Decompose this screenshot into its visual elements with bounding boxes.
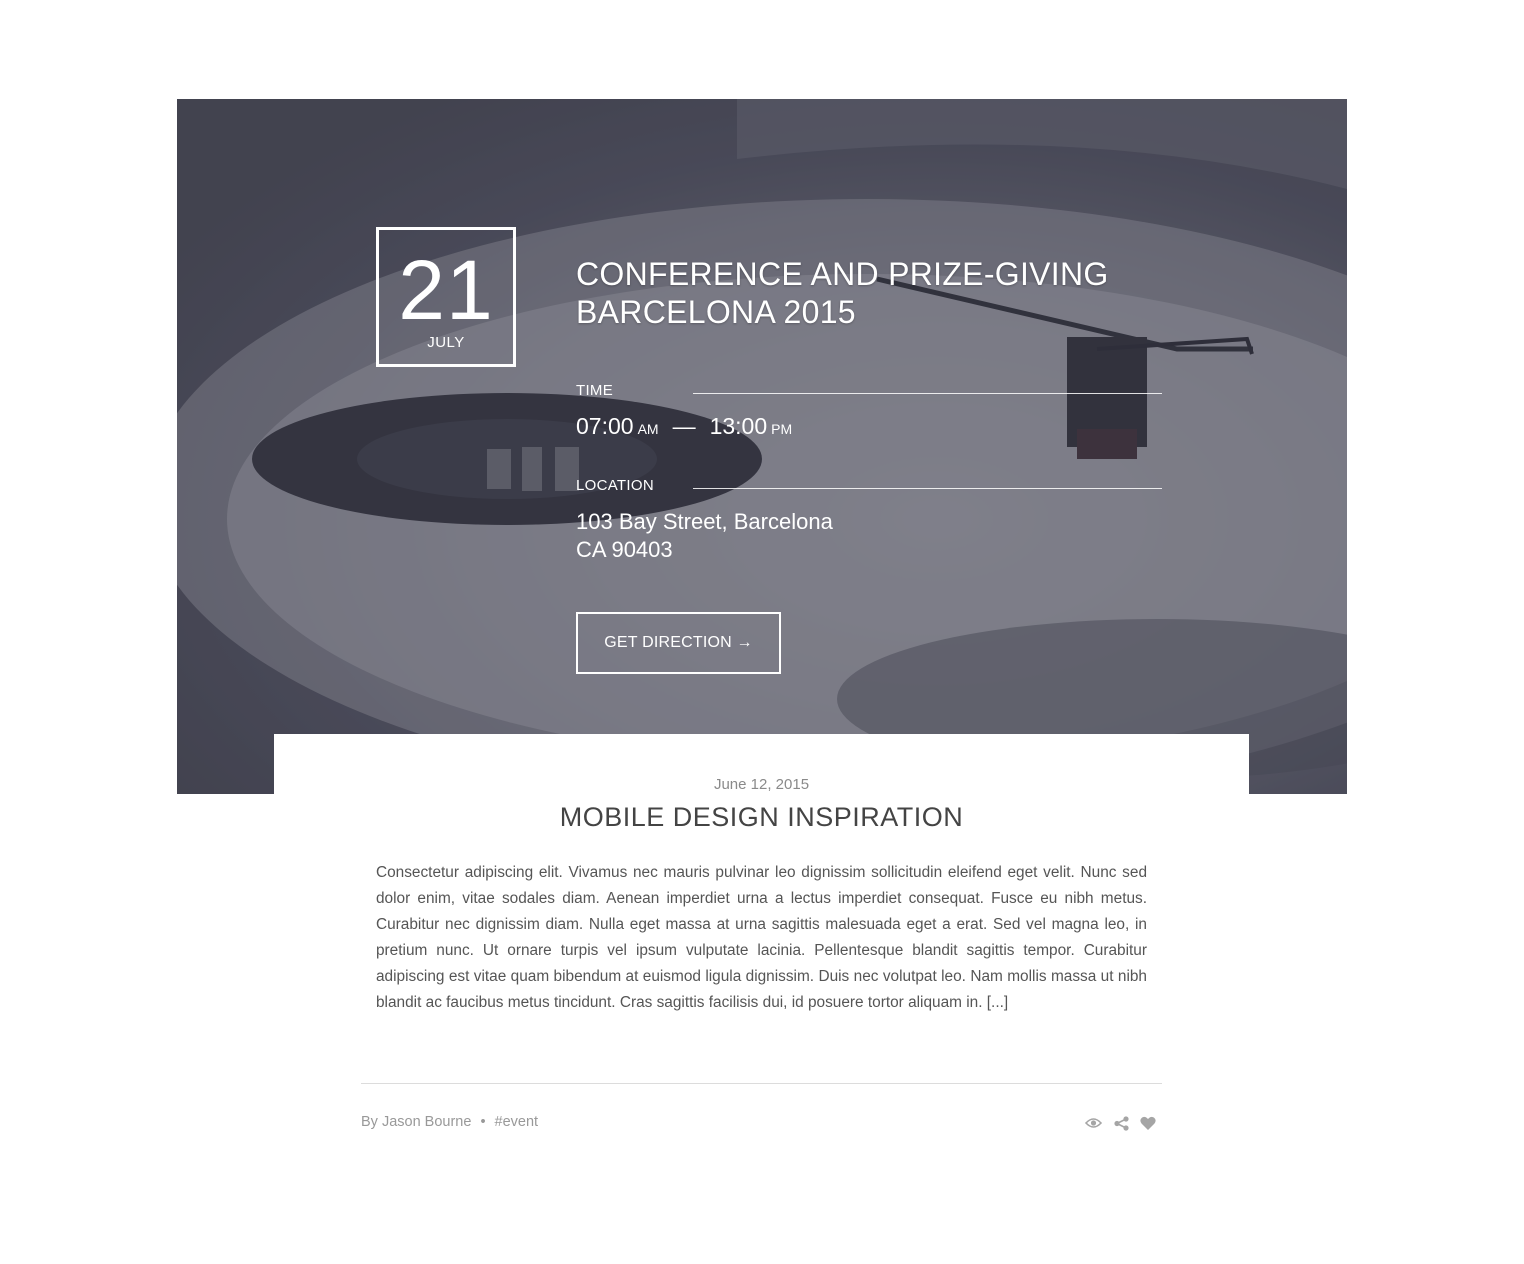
event-title-line2: BARCELONA 2015 (576, 294, 856, 330)
event-address: 103 Bay Street, Barcelona CA 90403 (576, 508, 833, 564)
address-line2: CA 90403 (576, 537, 673, 562)
end-time: 13:00 (709, 413, 768, 439)
meta-separator: • (480, 1114, 486, 1130)
time-label-row: TIME (576, 382, 1162, 402)
eye-icon[interactable] (1084, 1116, 1103, 1135)
post-author[interactable]: By Jason Bourne (361, 1114, 471, 1130)
location-divider (693, 488, 1162, 489)
time-label: TIME (576, 382, 614, 399)
event-hero: 21 JULY CONFERENCE AND PRIZE-GIVING BARC… (177, 99, 1347, 794)
time-separator: — (672, 413, 696, 439)
event-time: 07:00 AM — 13:00 PM (576, 413, 792, 440)
post-date: June 12, 2015 (713, 776, 810, 793)
start-time: 07:00 (576, 413, 634, 439)
get-direction-button[interactable]: GET DIRECTION → (576, 612, 781, 674)
post-tag[interactable]: #event (495, 1114, 539, 1130)
share-icon[interactable] (1114, 1116, 1129, 1136)
end-ampm: PM (771, 421, 793, 437)
event-day: 21 (398, 243, 494, 337)
heart-icon[interactable] (1140, 1116, 1156, 1136)
event-title-line1: CONFERENCE AND PRIZE-GIVING (576, 256, 1109, 292)
event-date-box: 21 JULY (376, 227, 516, 367)
post-excerpt: Consectetur adipiscing elit. Vivamus nec… (376, 864, 1147, 1011)
location-label: LOCATION (576, 477, 654, 494)
address-line1: 103 Bay Street, Barcelona (576, 509, 833, 534)
post-card: June 12, 2015 MOBILE DESIGN INSPIRATION … (274, 734, 1249, 1164)
location-label-row: LOCATION (576, 477, 1162, 497)
event-title: CONFERENCE AND PRIZE-GIVING BARCELONA 20… (576, 255, 1136, 331)
post-meta: By Jason Bourne • #event (361, 1114, 538, 1130)
start-ampm: AM (637, 421, 659, 437)
time-divider (693, 393, 1162, 394)
hero-overlay (177, 99, 1347, 794)
post-divider (361, 1083, 1162, 1084)
post-title[interactable]: MOBILE DESIGN INSPIRATION (274, 802, 1249, 833)
